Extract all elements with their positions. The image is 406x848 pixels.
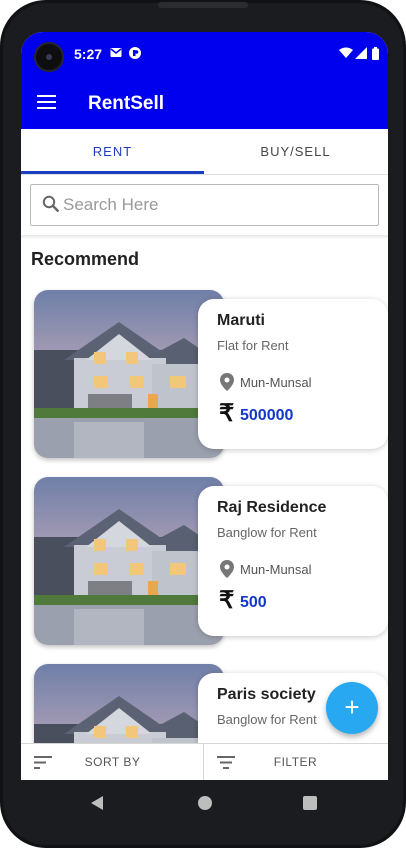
- section-title: Recommend: [31, 249, 140, 269]
- status-time: 5:27: [74, 46, 103, 62]
- rupee-icon: ₹: [219, 587, 235, 614]
- search-divider: [21, 235, 388, 239]
- filter-button[interactable]: FILTER: [204, 744, 387, 780]
- tab-rent[interactable]: RENT: [21, 129, 204, 174]
- listing-photo[interactable]: [34, 290, 224, 458]
- system-nav-bar: [21, 780, 388, 826]
- sort-button[interactable]: SORT BY: [21, 744, 204, 780]
- listing-name: Paris society: [217, 686, 316, 703]
- status-bar: 5:27: [21, 32, 388, 76]
- listing-name: Raj Residence: [217, 499, 327, 516]
- phone-screen: 5:27 RentSell RENT BUY/SELL Search Here …: [21, 32, 388, 780]
- tab-buy-sell[interactable]: BUY/SELL: [204, 129, 387, 174]
- battery-icon: [372, 47, 379, 60]
- location-pin-icon: [220, 373, 234, 391]
- signal-icon: [355, 47, 367, 59]
- listing-card[interactable]: Raj Residence Banglow for Rent Mun-Munsa…: [34, 477, 388, 647]
- listing-price: 500: [240, 594, 267, 611]
- app-title: RentSell: [88, 93, 165, 114]
- listing-type: Banglow for Rent: [217, 712, 317, 727]
- search-icon: [42, 195, 60, 213]
- add-listing-button[interactable]: +: [326, 682, 378, 734]
- back-icon[interactable]: [91, 796, 103, 810]
- listing-type: Flat for Rent: [217, 338, 289, 353]
- device-speaker: [158, 2, 248, 8]
- listing-card[interactable]: Maruti Flat for Rent Mun-Munsal ₹ 500000: [34, 290, 388, 460]
- listing-name: Maruti: [217, 312, 265, 329]
- rupee-icon: ₹: [219, 400, 235, 427]
- location-pin-icon: [220, 560, 234, 578]
- listing-info[interactable]: Raj Residence Banglow for Rent Mun-Munsa…: [198, 486, 388, 636]
- sync-icon: [129, 47, 141, 59]
- filter-label: FILTER: [273, 755, 318, 769]
- tab-bar: RENT BUY/SELL: [21, 129, 388, 174]
- tabs-divider: [21, 174, 388, 175]
- front-camera: [34, 42, 64, 72]
- listing-photo[interactable]: [34, 477, 224, 645]
- sort-label: SORT BY: [84, 755, 141, 769]
- recents-icon[interactable]: [303, 796, 317, 810]
- search-input[interactable]: [63, 185, 363, 225]
- menu-icon[interactable]: [37, 95, 56, 109]
- home-icon[interactable]: [198, 796, 212, 810]
- listing-price: 500000: [240, 407, 294, 424]
- listing-location: Mun-Munsal: [240, 562, 312, 577]
- wifi-icon: [339, 47, 353, 58]
- search-box[interactable]: [30, 184, 379, 226]
- bottom-bar: SORT BY FILTER: [21, 743, 388, 780]
- listing-info[interactable]: Maruti Flat for Rent Mun-Munsal ₹ 500000: [198, 299, 388, 449]
- app-bar: RentSell: [21, 76, 388, 129]
- listing-location: Mun-Munsal: [240, 375, 312, 390]
- mail-icon: [110, 48, 122, 57]
- listing-type: Banglow for Rent: [217, 525, 317, 540]
